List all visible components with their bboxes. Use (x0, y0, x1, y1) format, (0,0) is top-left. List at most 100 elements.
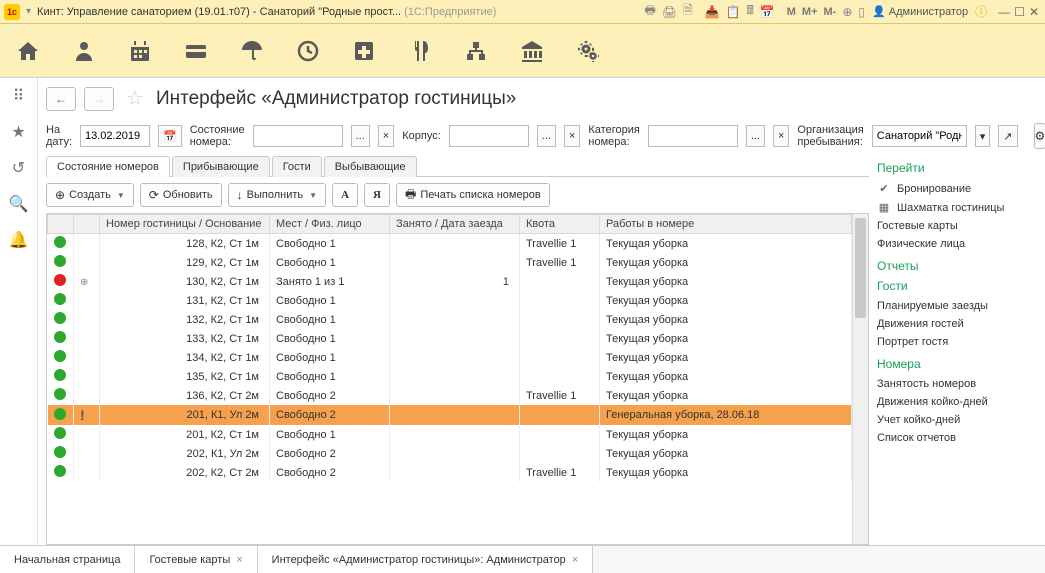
maximize-button[interactable]: ☐ (1014, 5, 1025, 19)
medical-icon[interactable] (352, 39, 376, 63)
nav-item[interactable]: Список отчетов (877, 429, 1031, 447)
tab-arriving[interactable]: Прибывающие (172, 156, 270, 177)
bank-icon[interactable] (520, 39, 544, 63)
create-button[interactable]: ⊕Создать▼ (46, 183, 134, 207)
bottom-tab[interactable]: Интерфейс «Администратор гостиницы»: Адм… (258, 545, 594, 573)
nav-item[interactable]: Занятость номеров (877, 375, 1031, 393)
nav-item[interactable]: Физические лица (877, 235, 1031, 253)
print-icon[interactable]: 🖶 (644, 1, 655, 22)
person-icon[interactable] (72, 39, 96, 63)
bottom-tab[interactable]: Гостевые карты× (135, 545, 257, 573)
umbrella-icon[interactable] (240, 39, 264, 63)
current-user[interactable]: 👤 Администратор (872, 5, 968, 18)
date-picker-button[interactable]: 📅 (158, 125, 182, 147)
rail-bell-icon[interactable]: 🔔 (9, 230, 29, 250)
table-row[interactable]: 129, К2, Ст 1мСвободно 1Travellie 1Текущ… (48, 253, 852, 272)
save-icon[interactable]: 📥 (705, 5, 720, 19)
table-row[interactable]: 128, К2, Ст 1мСвободно 1Travellie 1Текущ… (48, 234, 852, 254)
clock-icon[interactable] (296, 39, 320, 63)
sort-az-button[interactable]: А (332, 183, 358, 207)
rail-menu-icon[interactable]: ⠿ (13, 86, 25, 106)
nav-item[interactable]: Учет койко-дней (877, 411, 1031, 429)
column-header[interactable]: Квота (520, 215, 600, 234)
print2-icon[interactable]: 🖨 (662, 5, 677, 19)
calendar-icon[interactable]: 📅 (760, 5, 775, 19)
nav-item[interactable]: Движения койко-дней (877, 393, 1031, 411)
nav-item[interactable]: ▦Шахматка гостиницы (877, 198, 1031, 217)
rail-search-icon[interactable]: 🔍 (9, 194, 29, 214)
org-open-button[interactable]: ↗ (998, 125, 1017, 147)
goto-icon[interactable]: ⊕ (842, 5, 852, 19)
date-input[interactable] (80, 125, 150, 147)
column-header[interactable]: Работы в номере (600, 215, 852, 234)
table-row[interactable]: 133, К2, Ст 1мСвободно 1Текущая уборка (48, 329, 852, 348)
column-header[interactable]: Номер гостиницы / Основание (100, 215, 270, 234)
run-button[interactable]: ↓Выполнить▼ (228, 183, 326, 207)
tab-guests[interactable]: Гости (272, 156, 322, 177)
calc-icon[interactable]: 🖩 (747, 1, 754, 22)
org-dd-button[interactable]: ▾ (975, 125, 991, 147)
panel-icon[interactable]: ▯ (858, 5, 865, 19)
food-icon[interactable] (408, 39, 432, 63)
calendar-grid-icon[interactable] (128, 39, 152, 63)
column-header[interactable] (48, 215, 74, 234)
home-icon[interactable] (16, 39, 40, 63)
bottom-tab[interactable]: Начальная страница (0, 545, 135, 573)
table-row[interactable]: !201, К1, Ул 2мСвободно 2Генеральная убо… (48, 405, 852, 425)
refresh-button[interactable]: ⟳Обновить (140, 183, 222, 207)
column-header[interactable] (74, 215, 100, 234)
close-window-button[interactable]: ✕ (1029, 5, 1039, 19)
tab-departing[interactable]: Выбывающие (324, 156, 417, 177)
org-icon[interactable] (464, 39, 488, 63)
minimize-button[interactable]: — (998, 5, 1010, 19)
tab-room-status[interactable]: Состояние номеров (46, 156, 170, 177)
rail-history-icon[interactable]: ↺ (12, 158, 25, 178)
table-row[interactable]: 202, К1, Ул 2мСвободно 2Текущая уборка (48, 444, 852, 463)
page-settings-button[interactable]: ⚙ (1034, 123, 1045, 149)
close-tab-icon[interactable]: × (236, 554, 242, 566)
print-list-button[interactable]: 🖶Печать списка номеров (396, 183, 550, 207)
sort-za-button[interactable]: Я (364, 183, 390, 207)
card-icon[interactable] (184, 39, 208, 63)
building-clear-button[interactable]: × (564, 125, 580, 147)
table-row[interactable]: 134, К2, Ст 1мСвободно 1Текущая уборка (48, 348, 852, 367)
status-input[interactable] (253, 125, 343, 147)
table-row[interactable]: 131, К2, Ст 1мСвободно 1Текущая уборка (48, 291, 852, 310)
category-more-button[interactable]: ... (746, 125, 765, 147)
table-row[interactable]: ⊕130, К2, Ст 1мЗанято 1 из 11Текущая убо… (48, 272, 852, 291)
building-more-button[interactable]: ... (537, 125, 556, 147)
column-header[interactable]: Мест / Физ. лицо (270, 215, 390, 234)
table-scrollbar[interactable] (852, 214, 868, 544)
status-more-button[interactable]: ... (351, 125, 370, 147)
nav-back-button[interactable]: ← (46, 87, 76, 111)
table-row[interactable]: 202, К2, Ст 2мСвободно 2Travellie 1Текущ… (48, 463, 852, 482)
expand-icon[interactable]: ⊕ (80, 277, 88, 288)
nav-forward-button[interactable]: → (84, 87, 114, 111)
m-plus-button[interactable]: M+ (802, 6, 818, 18)
dropdown-icon[interactable]: ▾ (26, 6, 31, 17)
column-header[interactable]: Занято / Дата заезда (390, 215, 520, 234)
nav-item[interactable]: Портрет гостя (877, 333, 1031, 351)
doc-icon[interactable]: 🗎 (683, 1, 693, 22)
m-button[interactable]: M (787, 6, 796, 18)
category-clear-button[interactable]: × (773, 125, 789, 147)
nav-item[interactable]: Движения гостей (877, 315, 1031, 333)
table-row[interactable]: 136, К2, Ст 2мСвободно 2Travellie 1Текущ… (48, 386, 852, 405)
nav-item[interactable]: Планируемые заезды (877, 297, 1031, 315)
building-input[interactable] (449, 125, 529, 147)
table-row[interactable]: 132, К2, Ст 1мСвободно 1Текущая уборка (48, 310, 852, 329)
org-input[interactable] (872, 125, 967, 147)
table-row[interactable]: 135, К2, Ст 1мСвободно 1Текущая уборка (48, 367, 852, 386)
category-input[interactable] (648, 125, 738, 147)
info-icon[interactable]: ⓘ (975, 3, 987, 20)
nav-item[interactable]: Гостевые карты (877, 217, 1031, 235)
favorite-star-icon[interactable]: ☆ (126, 86, 144, 111)
status-clear-button[interactable]: × (378, 125, 394, 147)
nav-item[interactable]: ✔Бронирование (877, 179, 1031, 198)
m-minus-button[interactable]: M- (824, 6, 837, 18)
compare-icon[interactable]: 📋 (726, 5, 741, 19)
table-row[interactable]: 201, К2, Ст 1мСвободно 1Текущая уборка (48, 425, 852, 444)
settings-icon[interactable] (576, 39, 600, 63)
rail-star-icon[interactable]: ★ (11, 122, 25, 142)
close-tab-icon[interactable]: × (572, 554, 578, 566)
